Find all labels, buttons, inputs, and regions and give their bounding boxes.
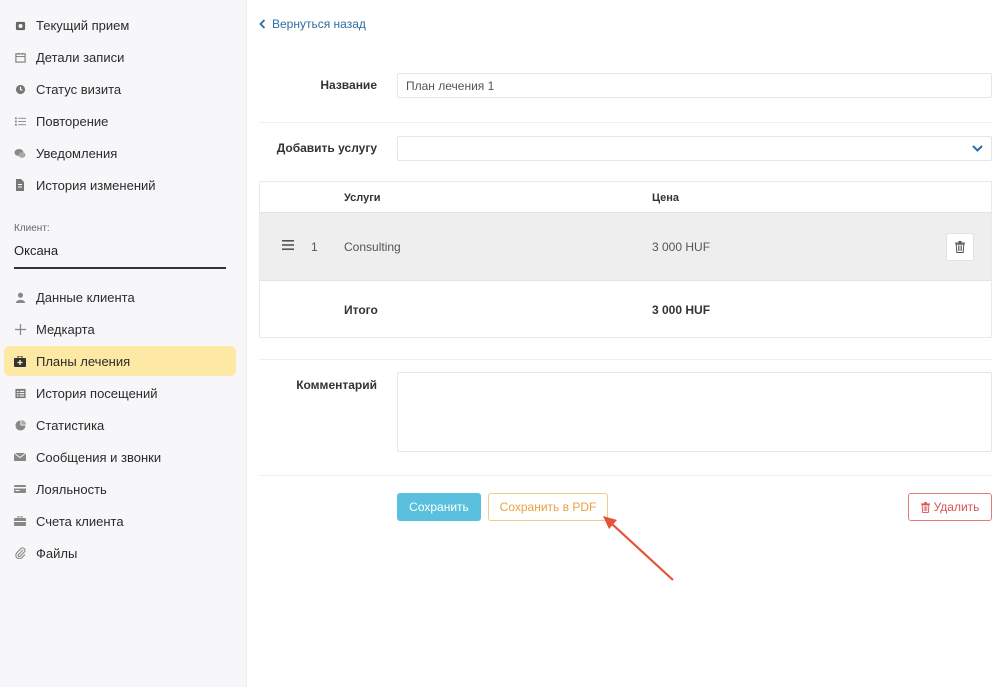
annotation-arrow — [603, 516, 674, 581]
